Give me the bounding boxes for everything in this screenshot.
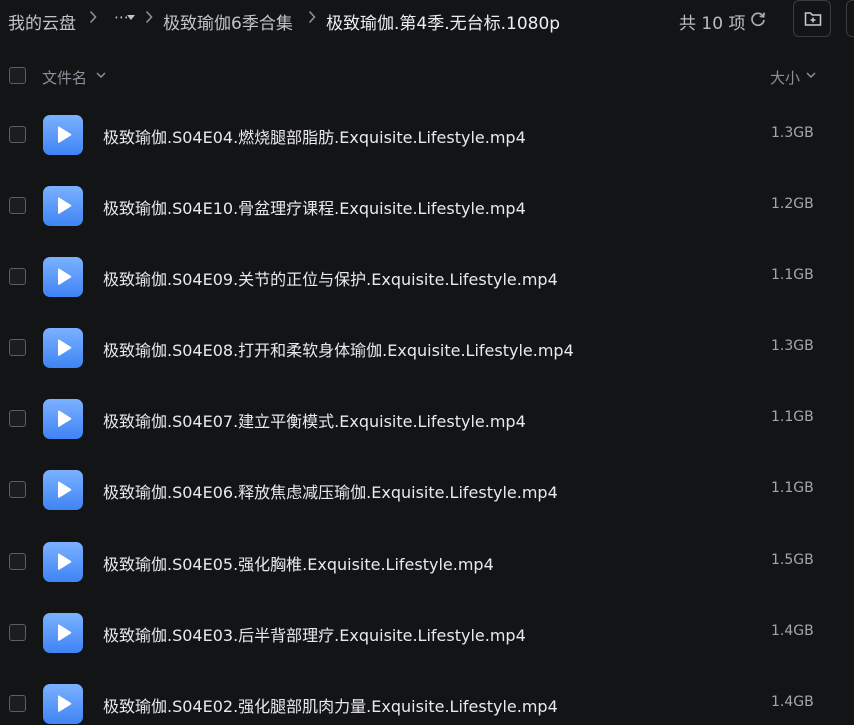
chevron-right-icon	[145, 10, 153, 24]
caret-down-icon	[127, 15, 135, 20]
file-size: 1.4GB	[771, 623, 814, 639]
play-icon	[58, 695, 72, 712]
breadcrumb-current: 极致瑜伽.第4季.无台标.1080p	[326, 14, 561, 34]
play-icon	[58, 268, 72, 285]
row-checkbox[interactable]	[9, 339, 26, 356]
video-file-icon	[43, 115, 83, 155]
file-name[interactable]: 极致瑜伽.S04E07.建立平衡模式.Exquisite.Lifestyle.m…	[103, 408, 526, 432]
video-file-icon	[43, 542, 83, 582]
row-checkbox[interactable]	[9, 197, 26, 214]
select-all-checkbox[interactable]	[9, 67, 26, 84]
file-row[interactable]: 极致瑜伽.S04E06.释放焦虑减压瑜伽.Exquisite.Lifestyle…	[0, 453, 854, 524]
video-file-icon	[43, 328, 83, 368]
file-size: 1.2GB	[771, 196, 814, 212]
breadcrumb-root[interactable]: 我的云盘	[8, 9, 76, 34]
refresh-icon[interactable]	[749, 10, 767, 28]
sort-chevron-icon	[96, 72, 106, 79]
video-file-icon	[43, 470, 83, 510]
breadcrumb-more-button[interactable]: ⋯	[114, 8, 136, 30]
file-row[interactable]: 极致瑜伽.S04E05.强化胸椎.Exquisite.Lifestyle.mp4…	[0, 525, 854, 596]
file-row[interactable]: 极致瑜伽.S04E10.骨盆理疗课程.Exquisite.Lifestyle.m…	[0, 169, 854, 240]
file-row[interactable]: 极致瑜伽.S04E04.燃烧腿部脂肪.Exquisite.Lifestyle.m…	[0, 98, 854, 169]
file-name[interactable]: 极致瑜伽.S04E06.释放焦虑减压瑜伽.Exquisite.Lifestyle…	[103, 479, 558, 503]
file-size: 1.3GB	[771, 338, 814, 354]
play-icon	[58, 339, 72, 356]
row-checkbox[interactable]	[9, 410, 26, 427]
play-icon	[58, 126, 72, 143]
row-checkbox[interactable]	[9, 624, 26, 641]
row-checkbox[interactable]	[9, 481, 26, 498]
file-name[interactable]: 极致瑜伽.S04E10.骨盆理疗课程.Exquisite.Lifestyle.m…	[103, 195, 526, 219]
chevron-right-icon	[308, 10, 316, 24]
row-checkbox[interactable]	[9, 553, 26, 570]
file-name[interactable]: 极致瑜伽.S04E08.打开和柔软身体瑜伽.Exquisite.Lifestyl…	[103, 337, 574, 361]
file-size: 1.1GB	[771, 267, 814, 283]
sort-chevron-icon	[806, 72, 816, 79]
overflow-button[interactable]	[846, 0, 854, 37]
file-row[interactable]: 极致瑜伽.S04E03.后半背部理疗.Exquisite.Lifestyle.m…	[0, 596, 854, 667]
file-row[interactable]: 极致瑜伽.S04E07.建立平衡模式.Exquisite.Lifestyle.m…	[0, 382, 854, 453]
row-checkbox[interactable]	[9, 126, 26, 143]
play-icon	[58, 410, 72, 427]
file-name[interactable]: 极致瑜伽.S04E03.后半背部理疗.Exquisite.Lifestyle.m…	[103, 622, 526, 646]
column-header-name[interactable]: 文件名	[42, 67, 87, 88]
file-row[interactable]: 极致瑜伽.S04E02.强化腿部肌肉力量.Exquisite.Lifestyle…	[0, 667, 854, 725]
file-size: 1.1GB	[771, 480, 814, 496]
new-folder-button[interactable]	[793, 0, 831, 37]
table-header: 文件名 大小	[0, 58, 854, 94]
file-size: 1.4GB	[771, 694, 814, 710]
file-name[interactable]: 极致瑜伽.S04E09.关节的正位与保护.Exquisite.Lifestyle…	[103, 266, 558, 290]
video-file-icon	[43, 684, 83, 724]
item-count: 共 10 项	[679, 14, 746, 34]
play-icon	[58, 481, 72, 498]
file-size: 1.5GB	[771, 552, 814, 568]
video-file-icon	[43, 613, 83, 653]
file-row[interactable]: 极致瑜伽.S04E09.关节的正位与保护.Exquisite.Lifestyle…	[0, 240, 854, 311]
video-file-icon	[43, 186, 83, 226]
file-row[interactable]: 极致瑜伽.S04E08.打开和柔软身体瑜伽.Exquisite.Lifestyl…	[0, 311, 854, 382]
play-icon	[58, 553, 72, 570]
new-folder-icon	[804, 12, 822, 26]
file-name[interactable]: 极致瑜伽.S04E05.强化胸椎.Exquisite.Lifestyle.mp4	[103, 551, 494, 575]
column-header-size[interactable]: 大小	[770, 67, 800, 88]
play-icon	[58, 197, 72, 214]
chevron-right-icon	[89, 10, 97, 24]
video-file-icon	[43, 257, 83, 297]
breadcrumb-parent[interactable]: 极致瑜伽6季合集	[163, 9, 293, 34]
file-browser: 我的云盘 ⋯ 极致瑜伽6季合集 极致瑜伽.第4季.无台标.1080p 共 10 …	[0, 0, 854, 725]
row-checkbox[interactable]	[9, 695, 26, 712]
breadcrumb: 我的云盘 ⋯ 极致瑜伽6季合集 极致瑜伽.第4季.无台标.1080p 共 10 …	[0, 0, 854, 40]
file-name[interactable]: 极致瑜伽.S04E02.强化腿部肌肉力量.Exquisite.Lifestyle…	[103, 693, 558, 717]
video-file-icon	[43, 399, 83, 439]
file-size: 1.3GB	[771, 125, 814, 141]
play-icon	[58, 624, 72, 641]
file-name[interactable]: 极致瑜伽.S04E04.燃烧腿部脂肪.Exquisite.Lifestyle.m…	[103, 124, 526, 148]
row-checkbox[interactable]	[9, 268, 26, 285]
file-size: 1.1GB	[771, 409, 814, 425]
